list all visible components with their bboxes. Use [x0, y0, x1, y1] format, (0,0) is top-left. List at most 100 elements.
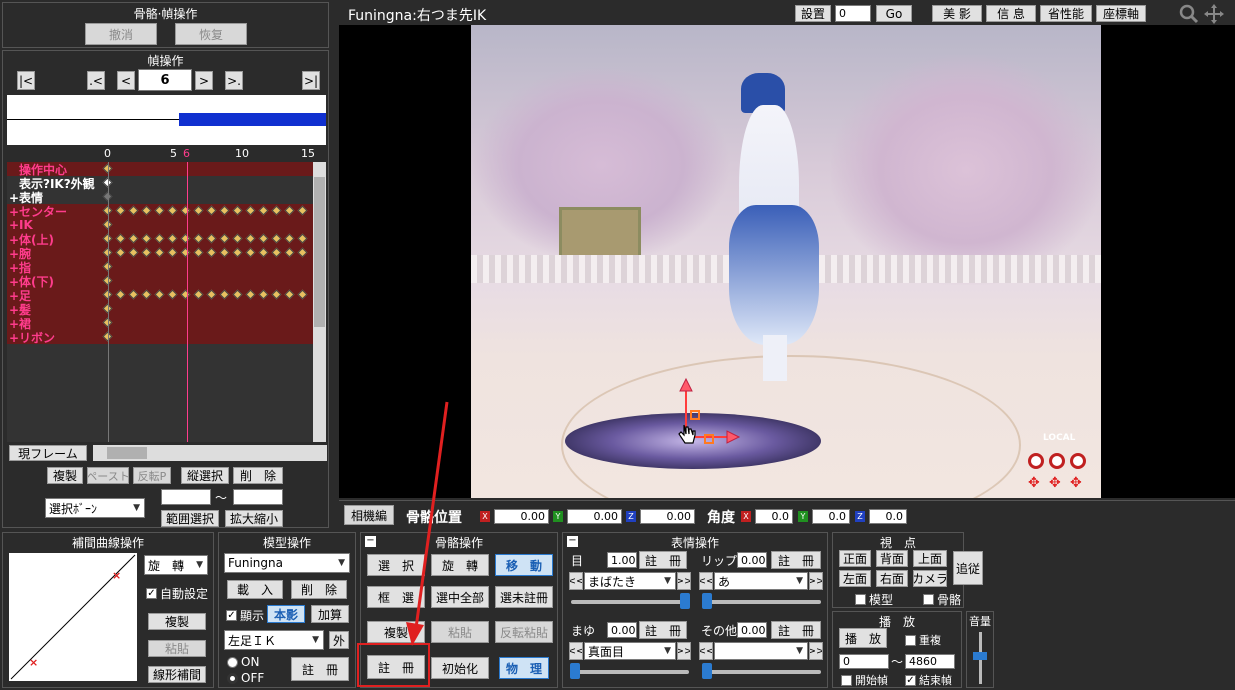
- brow-dropdown[interactable]: 真面目 ▼: [584, 642, 676, 660]
- bone-x-position[interactable]: 0.00: [494, 509, 549, 524]
- keyframe-marker[interactable]: [180, 233, 191, 244]
- bone-y-angle[interactable]: 0.0: [812, 509, 850, 524]
- keyframe-marker[interactable]: [271, 205, 282, 216]
- keyframe-marker[interactable]: [297, 247, 308, 258]
- keyframe-marker[interactable]: [284, 289, 295, 300]
- beauty-button[interactable]: 美 影: [932, 5, 982, 22]
- play-button[interactable]: 播 放: [839, 628, 887, 648]
- keyframe-marker[interactable]: [271, 233, 282, 244]
- keyframe-marker[interactable]: [193, 205, 204, 216]
- keyframe-marker[interactable]: [284, 233, 295, 244]
- model-delete-button[interactable]: 削 除: [291, 580, 347, 599]
- eye-prev-button[interactable]: <<: [569, 572, 583, 590]
- brow-slider[interactable]: [571, 670, 689, 674]
- track-row[interactable]: +腕: [7, 246, 313, 261]
- keyframe-marker[interactable]: [206, 289, 217, 300]
- bone-z-angle[interactable]: 0.0: [869, 509, 907, 524]
- keyframe-marker[interactable]: [193, 233, 204, 244]
- keyframe-marker[interactable]: [115, 247, 126, 258]
- frame-paste-reverse-button[interactable]: 反転P: [133, 467, 171, 484]
- back-view-button[interactable]: 背面: [876, 550, 908, 567]
- play-start-input[interactable]: 0: [839, 654, 889, 669]
- right-view-button[interactable]: 右面: [876, 570, 908, 587]
- keyframe-marker[interactable]: [232, 205, 243, 216]
- local-rotate-z-icon[interactable]: [1070, 453, 1086, 469]
- other-slider-thumb[interactable]: [702, 663, 712, 679]
- local-move-y-icon[interactable]: ✥: [1049, 475, 1067, 491]
- initialize-button[interactable]: 初始化: [431, 657, 489, 679]
- current-frame-button[interactable]: 現フレーム: [9, 445, 87, 461]
- follow-button[interactable]: 追従: [953, 551, 983, 585]
- keyframe-marker[interactable]: [297, 205, 308, 216]
- keyframe-marker[interactable]: [219, 205, 230, 216]
- other-next-button[interactable]: >>: [809, 642, 823, 660]
- keyframe-marker[interactable]: [258, 247, 269, 258]
- prev-frame-button[interactable]: <: [117, 71, 135, 90]
- repeat-checkbox[interactable]: 重複: [905, 632, 941, 648]
- move-gizmo[interactable]: [661, 377, 751, 457]
- camera-view-button[interactable]: カメラ: [913, 570, 947, 587]
- keyframe-marker[interactable]: [167, 289, 178, 300]
- keyframe-marker[interactable]: [258, 289, 269, 300]
- keyframe-marker[interactable]: [141, 233, 152, 244]
- model-load-button[interactable]: 載 入: [227, 580, 283, 599]
- other-prev-button[interactable]: <<: [699, 642, 713, 660]
- keyframe-marker[interactable]: [245, 247, 256, 258]
- physics-button[interactable]: 物 理: [499, 657, 549, 679]
- keyframe-marker[interactable]: [245, 233, 256, 244]
- next-frame-button[interactable]: >: [195, 71, 213, 90]
- track-row[interactable]: +センター: [7, 204, 313, 219]
- interp-copy-button[interactable]: 複製: [148, 613, 206, 630]
- zoom-icon[interactable]: [1179, 4, 1199, 24]
- brow-value-input[interactable]: 0.000: [607, 622, 637, 638]
- next-key-button[interactable]: >.: [225, 71, 243, 90]
- keyframe-marker[interactable]: [219, 233, 230, 244]
- keyframe-marker[interactable]: [128, 289, 139, 300]
- keyframe-marker[interactable]: [232, 289, 243, 300]
- viewport-3d[interactable]: LOCAL ✥ ✥ ✥: [339, 25, 1235, 498]
- viewport-frame-input[interactable]: 0: [835, 5, 871, 22]
- eye-value-input[interactable]: 1.000: [607, 552, 637, 568]
- interp-rotate-dropdown[interactable]: 旋 轉 ▼: [144, 555, 208, 575]
- keyframe-marker[interactable]: [258, 233, 269, 244]
- eye-dropdown[interactable]: まばたき ▼: [584, 572, 676, 590]
- top-view-button[interactable]: 上面: [913, 550, 947, 567]
- vertical-select-button[interactable]: 縦選択: [181, 467, 229, 484]
- move-button[interactable]: 移 動: [495, 554, 553, 576]
- last-frame-button[interactable]: >|: [302, 71, 320, 90]
- keyframe-marker[interactable]: [271, 289, 282, 300]
- first-frame-button[interactable]: |<: [17, 71, 35, 90]
- keyframe-marker[interactable]: [180, 205, 191, 216]
- keyframe-marker[interactable]: [167, 205, 178, 216]
- keyframe-marker[interactable]: [154, 247, 165, 258]
- local-move-z-icon[interactable]: ✥: [1070, 475, 1088, 491]
- horizontal-scrollbar[interactable]: [93, 445, 327, 461]
- keyframe-marker[interactable]: [297, 233, 308, 244]
- track-row[interactable]: +足: [7, 288, 313, 303]
- go-button[interactable]: Go: [876, 5, 912, 22]
- view-model-checkbox[interactable]: 模型: [855, 591, 893, 608]
- interp-curve-editor[interactable]: × ×: [9, 553, 137, 681]
- keyframe-marker[interactable]: [206, 205, 217, 216]
- add-button[interactable]: 加算: [311, 605, 349, 623]
- track-row[interactable]: +体(下): [7, 274, 313, 289]
- keyframe-marker[interactable]: [219, 247, 230, 258]
- local-rotate-y-icon[interactable]: [1049, 453, 1065, 469]
- eye-slider[interactable]: [571, 600, 689, 604]
- undo-button[interactable]: 撤消: [85, 23, 157, 45]
- front-view-button[interactable]: 正面: [839, 550, 871, 567]
- track-row[interactable]: +髪: [7, 302, 313, 317]
- track-row[interactable]: +リボン: [7, 330, 313, 345]
- on-radio[interactable]: ON: [227, 655, 259, 669]
- info-button[interactable]: 信 息: [986, 5, 1036, 22]
- keyframe-marker[interactable]: [284, 247, 295, 258]
- camera-edit-button[interactable]: 相機編: [344, 505, 394, 525]
- select-unregistered-button[interactable]: 選未註冊: [495, 586, 553, 608]
- play-end-input[interactable]: 4860: [905, 654, 955, 669]
- other-register-button[interactable]: 註 冊: [771, 621, 821, 639]
- keyframe-marker[interactable]: [180, 289, 191, 300]
- eye-next-button[interactable]: >>: [677, 572, 691, 590]
- keyframe-marker[interactable]: [232, 233, 243, 244]
- keyframe-marker[interactable]: [284, 205, 295, 216]
- bone-dropdown[interactable]: 左足ＩＫ ▼: [224, 630, 324, 650]
